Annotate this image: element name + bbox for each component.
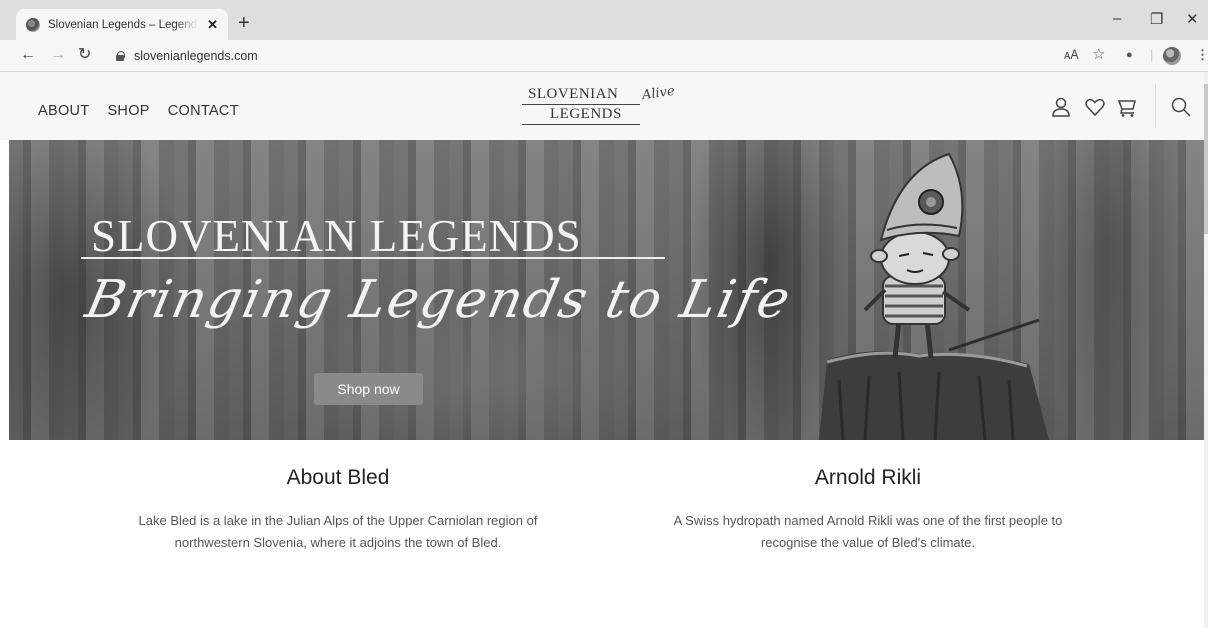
site-logo[interactable]: SLOVENIAN LEGENDS Alive bbox=[520, 82, 700, 134]
cart-icon[interactable] bbox=[1117, 96, 1139, 118]
tab-title: Slovenian Legends – Legends bro bbox=[48, 18, 198, 31]
tab-close-icon[interactable]: ✕ bbox=[207, 17, 218, 33]
shop-now-button[interactable]: Shop now bbox=[314, 373, 423, 405]
section-text-line1: Lake Bled is a lake in the Julian Alps o… bbox=[138, 513, 538, 528]
heart-icon[interactable] bbox=[1084, 96, 1106, 118]
profile-avatar[interactable] bbox=[1163, 47, 1181, 65]
search-icon[interactable] bbox=[1170, 96, 1192, 118]
hero-subtitle: Bringing Legends to Life bbox=[80, 270, 798, 330]
logo-line2: LEGENDS bbox=[550, 106, 622, 122]
page-scrollbar[interactable] bbox=[1204, 72, 1208, 628]
logo-rule bbox=[522, 124, 640, 125]
extension-icon[interactable]: ● bbox=[1126, 49, 1133, 61]
header-divider bbox=[1155, 84, 1156, 128]
nav-about-link[interactable]: ABOUT bbox=[38, 103, 89, 119]
logo-rule bbox=[522, 104, 640, 105]
site-header: ABOUT SHOP CONTACT SLOVENIAN LEGENDS Ali… bbox=[0, 72, 1208, 140]
main-nav: ABOUT SHOP CONTACT bbox=[38, 103, 239, 119]
section-text-line2: recognise the value of Bled's climate. bbox=[760, 535, 976, 550]
new-tab-button[interactable]: + bbox=[238, 13, 250, 33]
close-window-button[interactable]: ✕ bbox=[1186, 10, 1199, 28]
about-bled-section: About Bled Lake Bled is a lake in the Ju… bbox=[78, 466, 598, 554]
toolbar-divider: | bbox=[1150, 47, 1154, 62]
hero-banner: SLOVENIAN LEGENDS Bringing Legends to Li… bbox=[9, 140, 1205, 440]
minimize-button[interactable]: – bbox=[1113, 10, 1121, 27]
section-title: About Bled bbox=[286, 466, 390, 489]
browser-tab[interactable]: Slovenian Legends – Legends bro ✕ bbox=[16, 9, 228, 40]
browser-toolbar: ← → ↻ slovenianlegends.com 🗚 ☆ ● | ⋮ bbox=[0, 40, 1208, 72]
section-text-line2: northwestern Slovenia, where it adjoins … bbox=[174, 535, 502, 550]
user-icon[interactable] bbox=[1050, 96, 1072, 118]
arnold-rikli-section: Arnold Rikli A Swiss hydropath named Arn… bbox=[608, 466, 1128, 554]
lock-icon[interactable] bbox=[116, 51, 125, 61]
translate-icon[interactable]: 🗚 bbox=[1064, 47, 1079, 63]
section-title: Arnold Rikli bbox=[814, 466, 922, 489]
hero-title-underline bbox=[81, 257, 665, 259]
reload-icon[interactable]: ↻ bbox=[78, 46, 91, 64]
url-text[interactable]: slovenianlegends.com bbox=[134, 49, 258, 63]
site-favicon-icon bbox=[26, 17, 40, 32]
logo-script: Alive bbox=[641, 83, 676, 104]
scrollbar-thumb[interactable] bbox=[1204, 84, 1208, 234]
address-bar[interactable]: slovenianlegends.com bbox=[106, 44, 1046, 68]
maximize-button[interactable]: ❐ bbox=[1150, 10, 1163, 28]
browser-tab-strip: Slovenian Legends – Legends bro ✕ + – ❐ … bbox=[0, 0, 1208, 40]
elf-illustration bbox=[819, 152, 1049, 440]
nav-shop-link[interactable]: SHOP bbox=[107, 103, 149, 119]
forward-arrow-icon[interactable]: → bbox=[50, 46, 66, 64]
back-arrow-icon[interactable]: ← bbox=[20, 46, 36, 64]
nav-contact-link[interactable]: CONTACT bbox=[168, 103, 239, 119]
section-text-line1: A Swiss hydropath named Arnold Rikli was… bbox=[673, 513, 1063, 528]
logo-line1: SLOVENIAN bbox=[528, 86, 619, 102]
hero-title: SLOVENIAN LEGENDS bbox=[91, 211, 582, 261]
menu-kebab-icon[interactable]: ⋮ bbox=[1196, 47, 1208, 63]
bookmark-star-icon[interactable]: ☆ bbox=[1092, 45, 1105, 63]
